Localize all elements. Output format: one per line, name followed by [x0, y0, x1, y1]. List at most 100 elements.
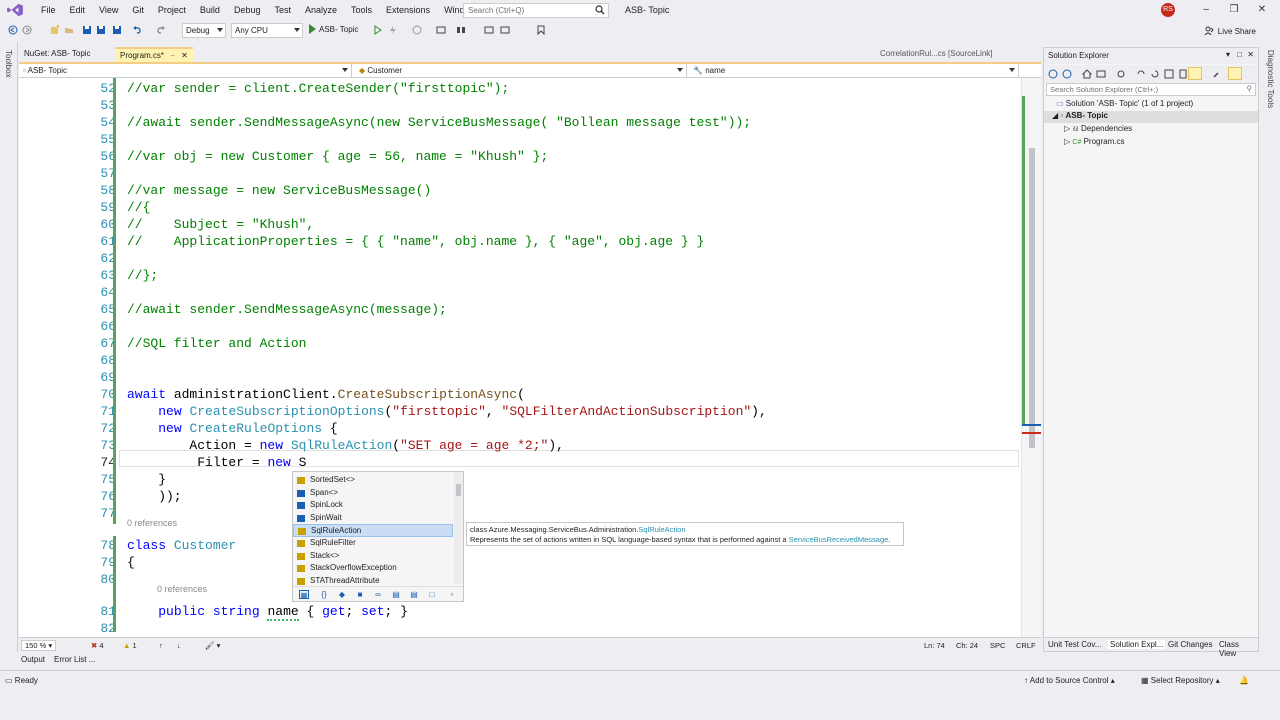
redo-icon[interactable] — [156, 25, 166, 35]
menu-debug[interactable]: Debug — [227, 5, 268, 15]
bookmark-icon[interactable] — [536, 25, 546, 35]
start-debug-button[interactable]: ASB- Topic — [309, 24, 358, 34]
menu-extensions[interactable]: Extensions — [379, 5, 437, 15]
live-share-button[interactable]: Live Share — [1204, 26, 1256, 36]
avatar[interactable]: RS — [1161, 3, 1175, 17]
completion-item[interactable]: Span<> — [293, 487, 453, 500]
back-icon[interactable] — [1048, 69, 1058, 79]
visual-studio-logo-icon[interactable] — [6, 3, 24, 17]
tab-output[interactable]: Output — [21, 655, 45, 664]
code-line[interactable]: 57 — [19, 165, 1019, 182]
nav-down-icon[interactable]: ↓ — [177, 641, 181, 650]
configuration-select[interactable]: Debug — [182, 23, 226, 38]
completion-item[interactable]: StackOverflowException — [293, 562, 453, 575]
vertical-scrollbar[interactable] — [1021, 78, 1041, 637]
select-repository-button[interactable]: ▦ Select Repository ▴ — [1141, 676, 1220, 685]
refresh-icon[interactable] — [1150, 69, 1160, 79]
code-line[interactable]: 62 — [19, 250, 1019, 267]
comment-icon[interactable] — [484, 25, 494, 35]
open-icon[interactable] — [64, 25, 74, 35]
tooltip-class-link[interactable]: SqlRuleAction — [638, 525, 685, 534]
tab-class-view[interactable]: Class View — [1219, 640, 1258, 658]
code-line[interactable]: 66 — [19, 318, 1019, 335]
menu-build[interactable]: Build — [193, 5, 227, 15]
code-line[interactable]: 63 //}; — [19, 267, 1019, 284]
code-cleanup-icon[interactable]: 🖌 ▾ — [205, 641, 220, 650]
zoom-select[interactable]: 150 % ▾ — [21, 640, 57, 651]
tab-program[interactable]: Program.cs* − ✕ — [115, 47, 193, 62]
show-all-files-icon[interactable] — [1178, 69, 1188, 79]
solution-search-input[interactable]: Search Solution Explorer (Ctrl+;) ⚲ — [1046, 83, 1256, 96]
uncomment-icon[interactable] — [500, 25, 510, 35]
code-line[interactable]: 58 //var message = new ServiceBusMessage(… — [19, 182, 1019, 199]
tab-unit-test-coverage[interactable]: Unit Test Cov... — [1048, 640, 1102, 649]
forward-icon[interactable] — [22, 25, 32, 35]
close-icon[interactable]: ✕ — [181, 51, 188, 60]
class-filter-icon[interactable]: ◆ — [337, 590, 347, 599]
tab-git-changes[interactable]: Git Changes — [1168, 640, 1212, 649]
save-icon[interactable] — [96, 25, 106, 35]
menu-git[interactable]: Git — [125, 5, 151, 15]
wrench-icon[interactable] — [1212, 69, 1222, 79]
platform-select[interactable]: Any CPU — [231, 23, 303, 38]
code-line[interactable]: 55 — [19, 131, 1019, 148]
nav-up-icon[interactable]: ↑ — [159, 641, 163, 650]
member-dropdown[interactable]: 🔧 name — [689, 64, 1019, 77]
menu-view[interactable]: View — [92, 5, 125, 15]
warning-squiggle[interactable]: name — [267, 604, 299, 621]
menu-test[interactable]: Test — [267, 5, 298, 15]
switch-views-icon[interactable] — [1096, 69, 1106, 79]
code-editor[interactable]: 52 //var sender = client.CreateSender("fi… — [19, 78, 1041, 637]
close-pane-icon[interactable]: ✕ — [1247, 50, 1254, 59]
struct-filter-icon[interactable]: ■ — [355, 590, 365, 599]
layout-icon[interactable] — [436, 25, 446, 35]
notifications-icon[interactable]: 🔔 — [1239, 676, 1249, 685]
completion-item[interactable]: SortedSet<> — [293, 474, 453, 487]
delegate-filter-icon[interactable]: ▤ — [409, 590, 419, 599]
code-line[interactable]: 72 new CreateRuleOptions { — [19, 420, 1019, 437]
tab-correlation-rule[interactable]: CorrelationRul...cs [SourceLink] — [875, 47, 998, 62]
type-dropdown[interactable]: ◆ Customer — [355, 64, 687, 77]
tab-solution-explorer[interactable]: Solution Expl... — [1108, 640, 1166, 649]
code-line[interactable]: 68 — [19, 352, 1019, 369]
tab-error-list[interactable]: Error List ... — [54, 655, 95, 664]
code-line[interactable]: 76 )); — [19, 488, 1019, 505]
target-type-filter-icon[interactable]: ▫ — [447, 590, 457, 599]
code-line[interactable]: 67 //SQL filter and Action — [19, 335, 1019, 352]
search-input[interactable]: Search (Ctrl+Q) — [463, 3, 609, 18]
toolbox-tab[interactable]: Toolbox — [4, 50, 13, 78]
code-line[interactable]: 82 — [19, 620, 1019, 637]
sync-icon[interactable] — [1136, 69, 1146, 79]
code-line[interactable]: 71 new CreateSubscriptionOptions("firstt… — [19, 403, 1019, 420]
code-line[interactable]: 54 //await sender.SendMessageAsync(new Se… — [19, 114, 1019, 131]
tree-project[interactable]: ◢ ▫ ASB- Topic — [1044, 111, 1258, 123]
code-line[interactable]: 81 public string name { get; set; } — [19, 603, 1019, 621]
browser-icon[interactable] — [412, 25, 422, 35]
code-line[interactable]: 70 await administrationClient.CreateSubsc… — [19, 386, 1019, 403]
home-icon[interactable] — [1082, 69, 1092, 79]
add-to-source-control-button[interactable]: ↑ Add to Source Control ▴ — [1024, 676, 1115, 685]
code-line[interactable]: 53 — [19, 97, 1019, 114]
pin-icon[interactable]: □ — [1237, 50, 1242, 59]
menu-edit[interactable]: Edit — [63, 5, 93, 15]
enum-filter-icon[interactable]: ▤ — [391, 590, 401, 599]
menu-project[interactable]: Project — [151, 5, 193, 15]
tooltip-desc-link[interactable]: ServiceBusReceivedMessage — [789, 535, 889, 544]
start-without-debug-icon[interactable] — [373, 25, 383, 35]
code-line[interactable]: 75 } — [19, 471, 1019, 488]
project-dropdown[interactable]: ▫ ASB- Topic — [19, 64, 352, 77]
minimize-icon[interactable]: – — [1200, 4, 1212, 16]
code-line[interactable]: 69 — [19, 369, 1019, 386]
pending-changes-filter-icon[interactable] — [1116, 69, 1126, 79]
completion-scrollbar[interactable] — [454, 472, 463, 584]
codelens-references-class[interactable]: 0 references — [127, 518, 177, 528]
code-line[interactable]: 59 //{ — [19, 199, 1019, 216]
step-icon[interactable] — [456, 25, 466, 35]
back-icon[interactable] — [8, 25, 18, 35]
tree-program-cs[interactable]: ▷ C# Program.cs — [1064, 137, 1124, 146]
menu-tools[interactable]: Tools — [344, 5, 379, 15]
line-ending-indicator[interactable]: CRLF — [1016, 641, 1036, 650]
new-project-icon[interactable] — [50, 25, 60, 35]
tree-solution[interactable]: ▭ Solution 'ASB- Topic' (1 of 1 project) — [1056, 99, 1193, 108]
code-line[interactable]: 64 — [19, 284, 1019, 301]
